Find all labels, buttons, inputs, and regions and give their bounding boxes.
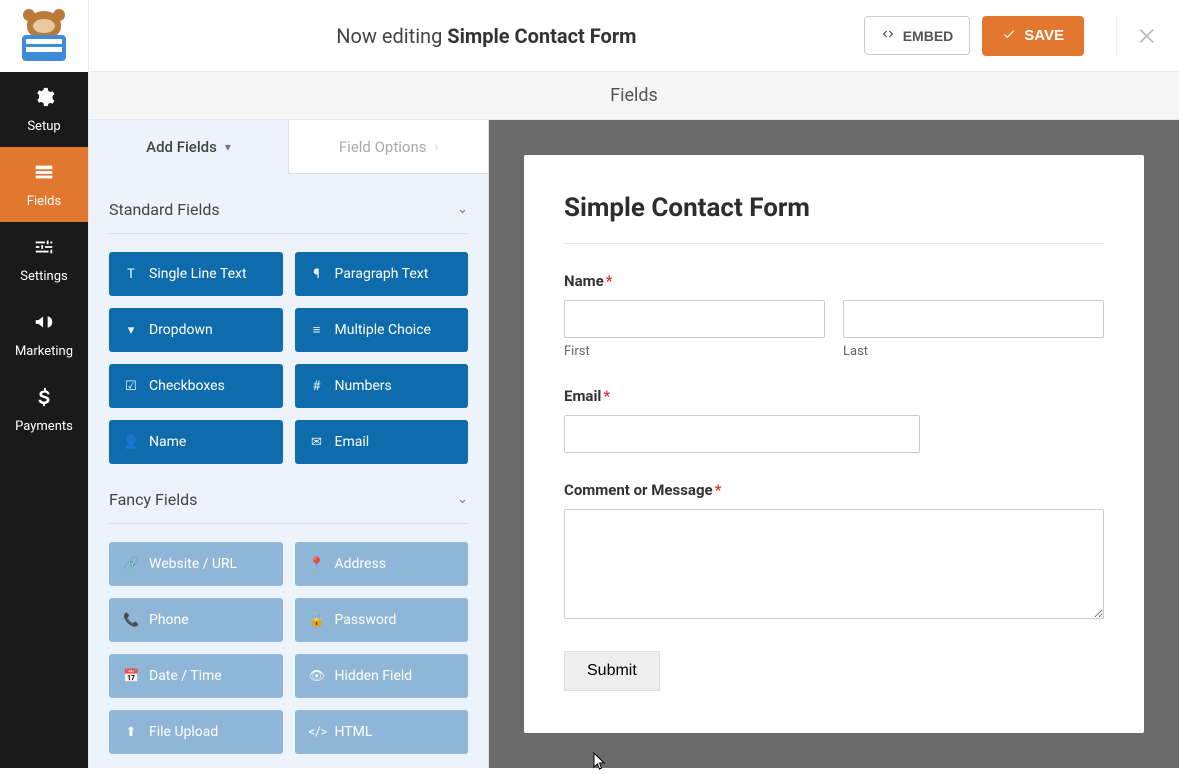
logo	[0, 0, 88, 72]
form-field-message[interactable]: Comment or Message*	[564, 481, 1104, 623]
form-field-email[interactable]: Email*	[564, 387, 1104, 453]
tab-add-fields[interactable]: Add Fields ▾	[89, 120, 288, 174]
hash-icon: #	[309, 379, 325, 394]
name-label: Name*	[564, 272, 1104, 290]
nav-payments-label: Payments	[15, 419, 73, 434]
nav-marketing[interactable]: Marketing	[0, 297, 88, 372]
field-phone[interactable]: 📞Phone	[109, 598, 283, 642]
list-icon: ≡	[309, 322, 325, 338]
chevron-right-icon: ›	[435, 140, 439, 154]
section-title: Fields	[89, 72, 1179, 120]
phone-icon: 📞	[123, 613, 139, 628]
caret-square-icon: ▾	[123, 323, 139, 338]
gear-icon	[33, 86, 55, 113]
field-dropdown[interactable]: ▾Dropdown	[109, 308, 283, 352]
form-icon	[33, 161, 55, 188]
form-title: Simple Contact Form	[564, 193, 1104, 223]
save-button[interactable]: SAVE	[982, 16, 1084, 56]
field-name[interactable]: 👤Name	[109, 420, 283, 464]
field-checkboxes[interactable]: ☑Checkboxes	[109, 364, 283, 408]
first-sublabel: First	[564, 344, 825, 359]
field-paragraph-text[interactable]: ¶Paragraph Text	[295, 252, 469, 296]
envelope-icon: ✉	[309, 435, 325, 450]
field-date-time[interactable]: 📅Date / Time	[109, 654, 283, 698]
code-icon	[881, 27, 895, 44]
form-preview[interactable]: Simple Contact Form Name* First	[524, 155, 1144, 733]
text-icon: T	[123, 267, 139, 282]
sliders-icon	[33, 236, 55, 263]
group-fancy-fields[interactable]: Fancy Fields ⌄	[109, 464, 468, 524]
tab-field-options[interactable]: Field Options ›	[288, 120, 488, 174]
divider	[564, 243, 1104, 244]
field-password[interactable]: 🔒Password	[295, 598, 469, 642]
nav-setup-label: Setup	[27, 119, 60, 134]
field-multiple-choice[interactable]: ≡Multiple Choice	[295, 308, 469, 352]
field-address[interactable]: 📍Address	[295, 542, 469, 586]
submit-button[interactable]: Submit	[564, 651, 660, 691]
top-bar: Now editing Simple Contact Form EMBED SA…	[89, 0, 1179, 72]
map-pin-icon: 📍	[309, 557, 325, 572]
bullhorn-icon	[33, 311, 55, 338]
nav-fields-label: Fields	[27, 194, 61, 209]
field-html[interactable]: </>HTML	[295, 710, 469, 754]
check-icon	[1002, 27, 1016, 45]
calendar-icon: 📅	[123, 669, 139, 684]
close-icon[interactable]	[1116, 16, 1159, 56]
field-email[interactable]: ✉Email	[295, 420, 469, 464]
code-icon: </>	[309, 725, 325, 740]
email-label: Email*	[564, 387, 1104, 405]
eye-slash-icon: 👁	[309, 669, 325, 684]
field-numbers[interactable]: #Numbers	[295, 364, 469, 408]
fields-panel: Add Fields ▾ Field Options › Standard Fi…	[89, 120, 489, 768]
nav-payments[interactable]: Payments	[0, 372, 88, 447]
nav-setup[interactable]: Setup	[0, 72, 88, 147]
check-square-icon: ☑	[123, 379, 139, 394]
upload-icon: ⬆	[123, 725, 139, 740]
field-hidden[interactable]: 👁Hidden Field	[295, 654, 469, 698]
field-website-url[interactable]: 🔗Website / URL	[109, 542, 283, 586]
embed-button[interactable]: EMBED	[864, 16, 971, 55]
nav-marketing-label: Marketing	[15, 344, 73, 359]
dollar-icon	[33, 386, 55, 413]
last-sublabel: Last	[843, 344, 1104, 359]
paragraph-icon: ¶	[309, 267, 325, 282]
form-preview-area: Simple Contact Form Name* First	[489, 120, 1179, 768]
email-input[interactable]	[564, 415, 920, 453]
field-single-line-text[interactable]: TSingle Line Text	[109, 252, 283, 296]
chevron-down-icon: ⌄	[457, 202, 468, 217]
chevron-down-icon: ⌄	[457, 492, 468, 507]
page-title: Now editing Simple Contact Form	[109, 24, 864, 48]
link-icon: 🔗	[123, 557, 139, 572]
user-icon: 👤	[123, 435, 139, 450]
field-file-upload[interactable]: ⬆File Upload	[109, 710, 283, 754]
group-standard-fields[interactable]: Standard Fields ⌄	[109, 174, 468, 234]
nav-settings[interactable]: Settings	[0, 222, 88, 297]
chevron-down-icon: ▾	[225, 140, 231, 154]
first-name-input[interactable]	[564, 300, 825, 338]
message-textarea[interactable]	[564, 509, 1104, 619]
nav-fields[interactable]: Fields	[0, 147, 88, 222]
lock-icon: 🔒	[309, 613, 325, 628]
message-label: Comment or Message*	[564, 481, 1104, 499]
form-field-name[interactable]: Name* First Last	[564, 272, 1104, 359]
main-sidebar: Setup Fields Settings Marketing Payments	[0, 0, 88, 768]
last-name-input[interactable]	[843, 300, 1104, 338]
nav-settings-label: Settings	[20, 269, 67, 284]
